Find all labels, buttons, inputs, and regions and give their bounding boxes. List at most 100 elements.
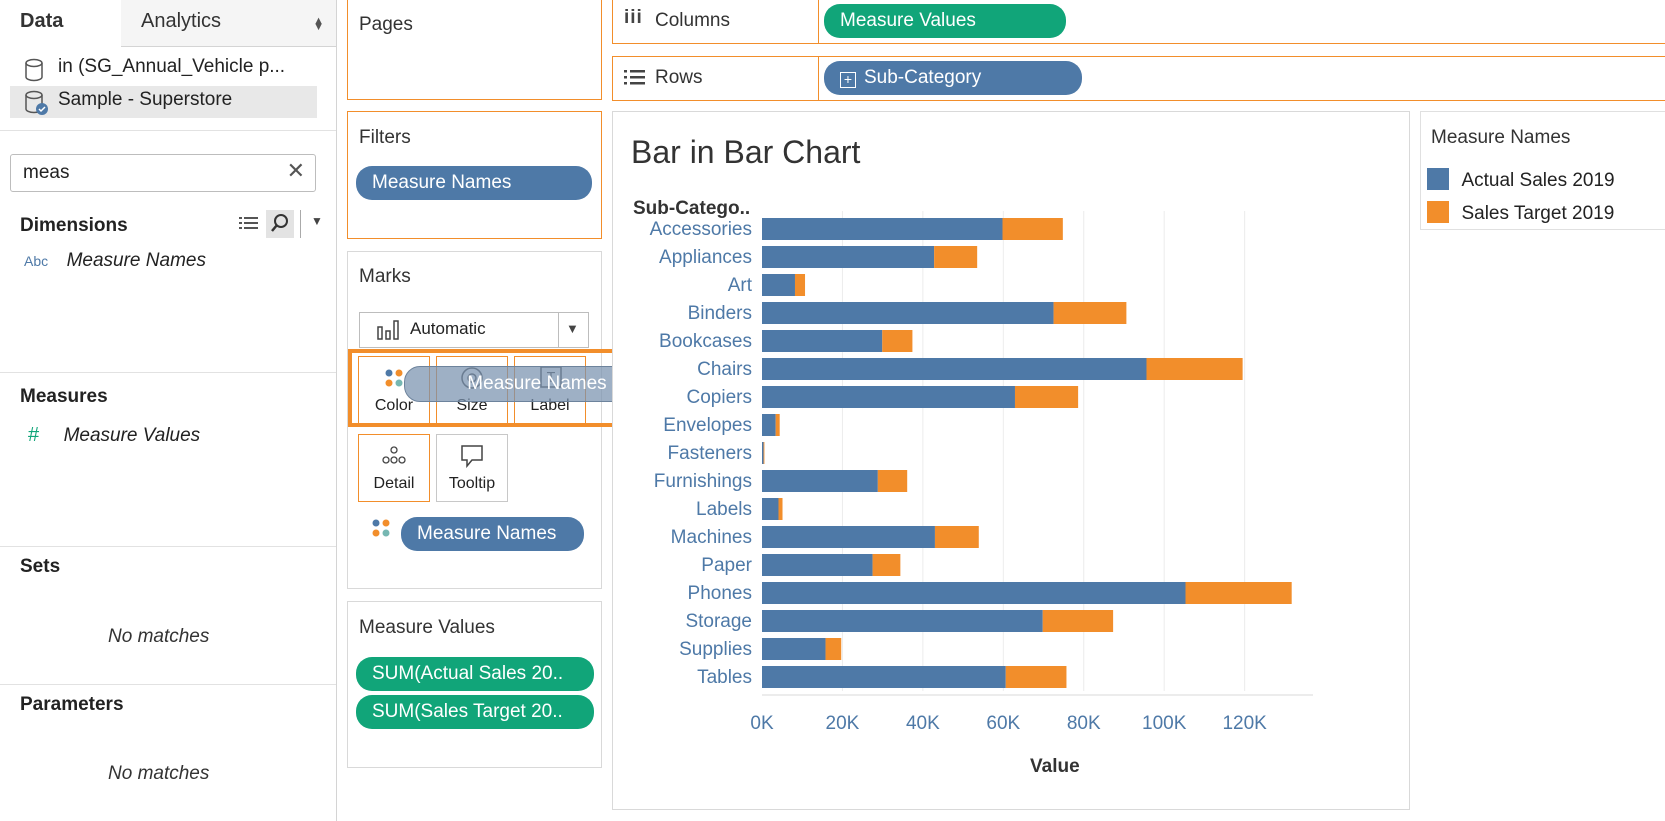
tooltip-icon [461, 445, 483, 469]
bar-sales-target [825, 638, 842, 660]
bar-chart[interactable]: 0K 20K 40K 60K 80K 100K 120K Accessories Applian… [613, 112, 1409, 809]
pages-shelf[interactable]: Pages [347, 0, 602, 100]
rows-pill-sub-category[interactable]: + Sub-Category [824, 61, 1082, 95]
measures-header: Measures [20, 386, 108, 407]
bar-sales-target [1005, 666, 1067, 688]
pages-title: Pages [359, 14, 413, 35]
bar-sales-target [794, 274, 806, 296]
y-tick-label: Appliances [659, 247, 752, 268]
measure-pill-sales-target[interactable]: SUM(Sales Target 20.. [356, 695, 594, 729]
bar-sales-target [877, 470, 908, 492]
y-tick-label: Labels [696, 499, 752, 520]
columns-icon: iii [624, 7, 643, 28]
detail-icon [382, 446, 406, 464]
x-tick-label: 0K [750, 713, 774, 734]
rows-shelf[interactable]: Rows + Sub-Category [612, 56, 1665, 101]
bar-sales-target [934, 526, 979, 548]
y-tick-label: Supplies [679, 639, 752, 660]
field-item-measure-values[interactable]: # Measure Values [28, 424, 200, 447]
y-tick-label: Furnishings [654, 471, 752, 492]
mark-type-value: Automatic [410, 319, 486, 338]
bar-actual-sales [762, 638, 826, 660]
y-tick-label: Chairs [697, 359, 752, 380]
bar-sales-target [1042, 610, 1114, 632]
legend-item[interactable]: Sales Target 2019 [1427, 201, 1614, 225]
bar-actual-sales [762, 666, 1006, 688]
columns-pill-measure-values[interactable]: Measure Values [824, 4, 1066, 38]
x-tick-label: 60K [986, 713, 1020, 734]
y-tick-label: Fasteners [668, 443, 752, 464]
divider [0, 372, 336, 373]
chevron-down-icon: ▼ [566, 321, 579, 336]
divider [818, 0, 819, 43]
measure-pill-actual-sales[interactable]: SUM(Actual Sales 20.. [356, 657, 594, 691]
view-canvas: Bar in Bar Chart Sub-Catego.. 0K 20K 40K 60… [612, 111, 1410, 810]
filters-title: Filters [359, 127, 411, 148]
tab-analytics[interactable]: Analytics ▲ ▼ [121, 0, 336, 47]
rows-icon [624, 70, 645, 85]
marks-pill-measure-names[interactable]: Measure Names [401, 517, 584, 551]
y-tick-label: Storage [685, 611, 752, 632]
y-tick-label: Copiers [687, 387, 752, 408]
datasource-item[interactable]: in (SG_Annual_Vehicle p... [10, 54, 315, 84]
bar-sales-target [1185, 582, 1292, 604]
field-label: Measure Names [66, 250, 206, 271]
divider [558, 313, 559, 347]
filters-shelf[interactable]: Filters Measure Names [347, 111, 602, 239]
divider [818, 57, 819, 100]
divider [0, 130, 336, 131]
datasource-label: in (SG_Annual_Vehicle p... [58, 56, 286, 77]
measure-values-card: Measure Values SUM(Actual Sales 20.. SUM… [347, 601, 602, 768]
parameters-empty-text: No matches [108, 763, 210, 784]
tooltip-button[interactable]: Tooltip [436, 434, 508, 502]
bar-actual-sales [762, 498, 779, 520]
field-item-measure-names[interactable]: Abc Measure Names [24, 250, 206, 272]
number-type-icon: # [28, 424, 40, 446]
legend-item[interactable]: Actual Sales 2019 [1427, 168, 1615, 192]
rows-label: Rows [655, 67, 703, 88]
bar-sales-target [1014, 386, 1079, 408]
bar-sales-target [872, 554, 901, 576]
string-type-icon: Abc [24, 253, 49, 269]
y-tick-label: Machines [671, 527, 752, 548]
bar-actual-sales [762, 610, 1043, 632]
y-tick-label: Paper [701, 555, 752, 576]
bar-chart-icon [377, 320, 399, 340]
bar-sales-target [1146, 358, 1243, 380]
detail-label: Detail [373, 475, 415, 492]
y-tick-label: Envelopes [663, 415, 752, 436]
parameters-header: Parameters [20, 694, 124, 715]
search-field[interactable]: meas ✕ [10, 154, 316, 192]
dimensions-header: Dimensions [20, 215, 128, 236]
y-tick-label: Art [728, 275, 753, 296]
bar-sales-target [1053, 302, 1127, 324]
bar-actual-sales [762, 442, 764, 464]
tab-data-label: Data [20, 10, 64, 32]
sets-empty-text: No matches [108, 626, 210, 647]
tooltip-label: Tooltip [448, 475, 496, 492]
clear-search-icon[interactable]: ✕ [287, 158, 305, 184]
mark-type-select[interactable]: Automatic ▼ [359, 312, 589, 348]
filter-pill-measure-names[interactable]: Measure Names [356, 166, 592, 200]
chevron-down-icon[interactable]: ▼ [311, 214, 323, 228]
legend-title: Measure Names [1431, 127, 1571, 148]
columns-shelf[interactable]: iii Columns Measure Values [612, 0, 1665, 44]
x-tick-label: 80K [1067, 713, 1101, 734]
database-checked-icon [25, 90, 48, 115]
data-pane: Data Analytics ▲ ▼ in (SG_Annual_Vehicle … [0, 0, 337, 821]
database-icon [25, 58, 43, 82]
bar-actual-sales [762, 526, 935, 548]
bar-actual-sales [762, 358, 1147, 380]
bar-actual-sales [762, 582, 1186, 604]
list-view-icon[interactable] [238, 214, 260, 234]
datasource-item-selected[interactable]: Sample - Superstore [10, 86, 317, 118]
y-tick-label: Binders [688, 303, 752, 324]
detail-button[interactable]: Detail [358, 434, 430, 502]
search-input[interactable]: meas [23, 162, 69, 184]
bar-sales-target [778, 498, 783, 520]
tab-data[interactable]: Data [0, 0, 141, 46]
expand-plus-icon[interactable]: + [840, 72, 856, 88]
divider [0, 684, 336, 685]
search-toggle[interactable] [266, 210, 294, 238]
divider [0, 546, 336, 547]
